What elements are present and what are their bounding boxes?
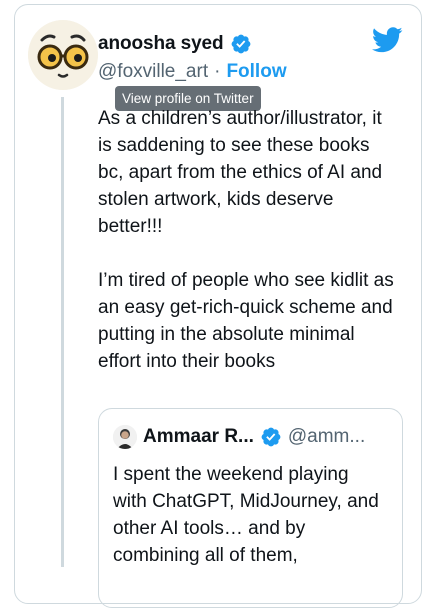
- author-handle-row: @foxville_art · Follow: [98, 61, 287, 83]
- verified-badge-icon: [231, 34, 250, 54]
- round-glasses-face-icon: [28, 20, 98, 90]
- quoted-tweet[interactable]: Ammaar R... @amm... I spent the weekend …: [98, 408, 403, 608]
- author-name-row: anoosha syed: [98, 33, 252, 55]
- author-avatar[interactable]: [28, 20, 98, 90]
- follow-button[interactable]: Follow: [226, 61, 286, 83]
- separator-dot: ·: [214, 61, 221, 82]
- quoted-author-avatar[interactable]: [113, 425, 137, 449]
- quoted-tweet-header: Ammaar R... @amm...: [113, 425, 365, 449]
- author-handle[interactable]: @foxville_art: [98, 61, 208, 83]
- twitter-bird-icon[interactable]: [372, 27, 403, 53]
- thread-line: [61, 97, 64, 567]
- quoted-author-handle: @amm...: [287, 426, 366, 447]
- verified-badge-icon: [261, 427, 281, 447]
- person-avatar-icon: [113, 425, 137, 449]
- tweet-card: anoosha syed @foxville_art · Follow View…: [14, 4, 422, 608]
- tweet-body: As a children’s author/illustrator, it i…: [98, 108, 394, 372]
- quoted-author-name: Ammaar R...: [143, 426, 254, 447]
- author-name[interactable]: anoosha syed: [98, 33, 224, 55]
- quoted-tweet-body: I spent the weekend playing with ChatGPT…: [113, 464, 379, 566]
